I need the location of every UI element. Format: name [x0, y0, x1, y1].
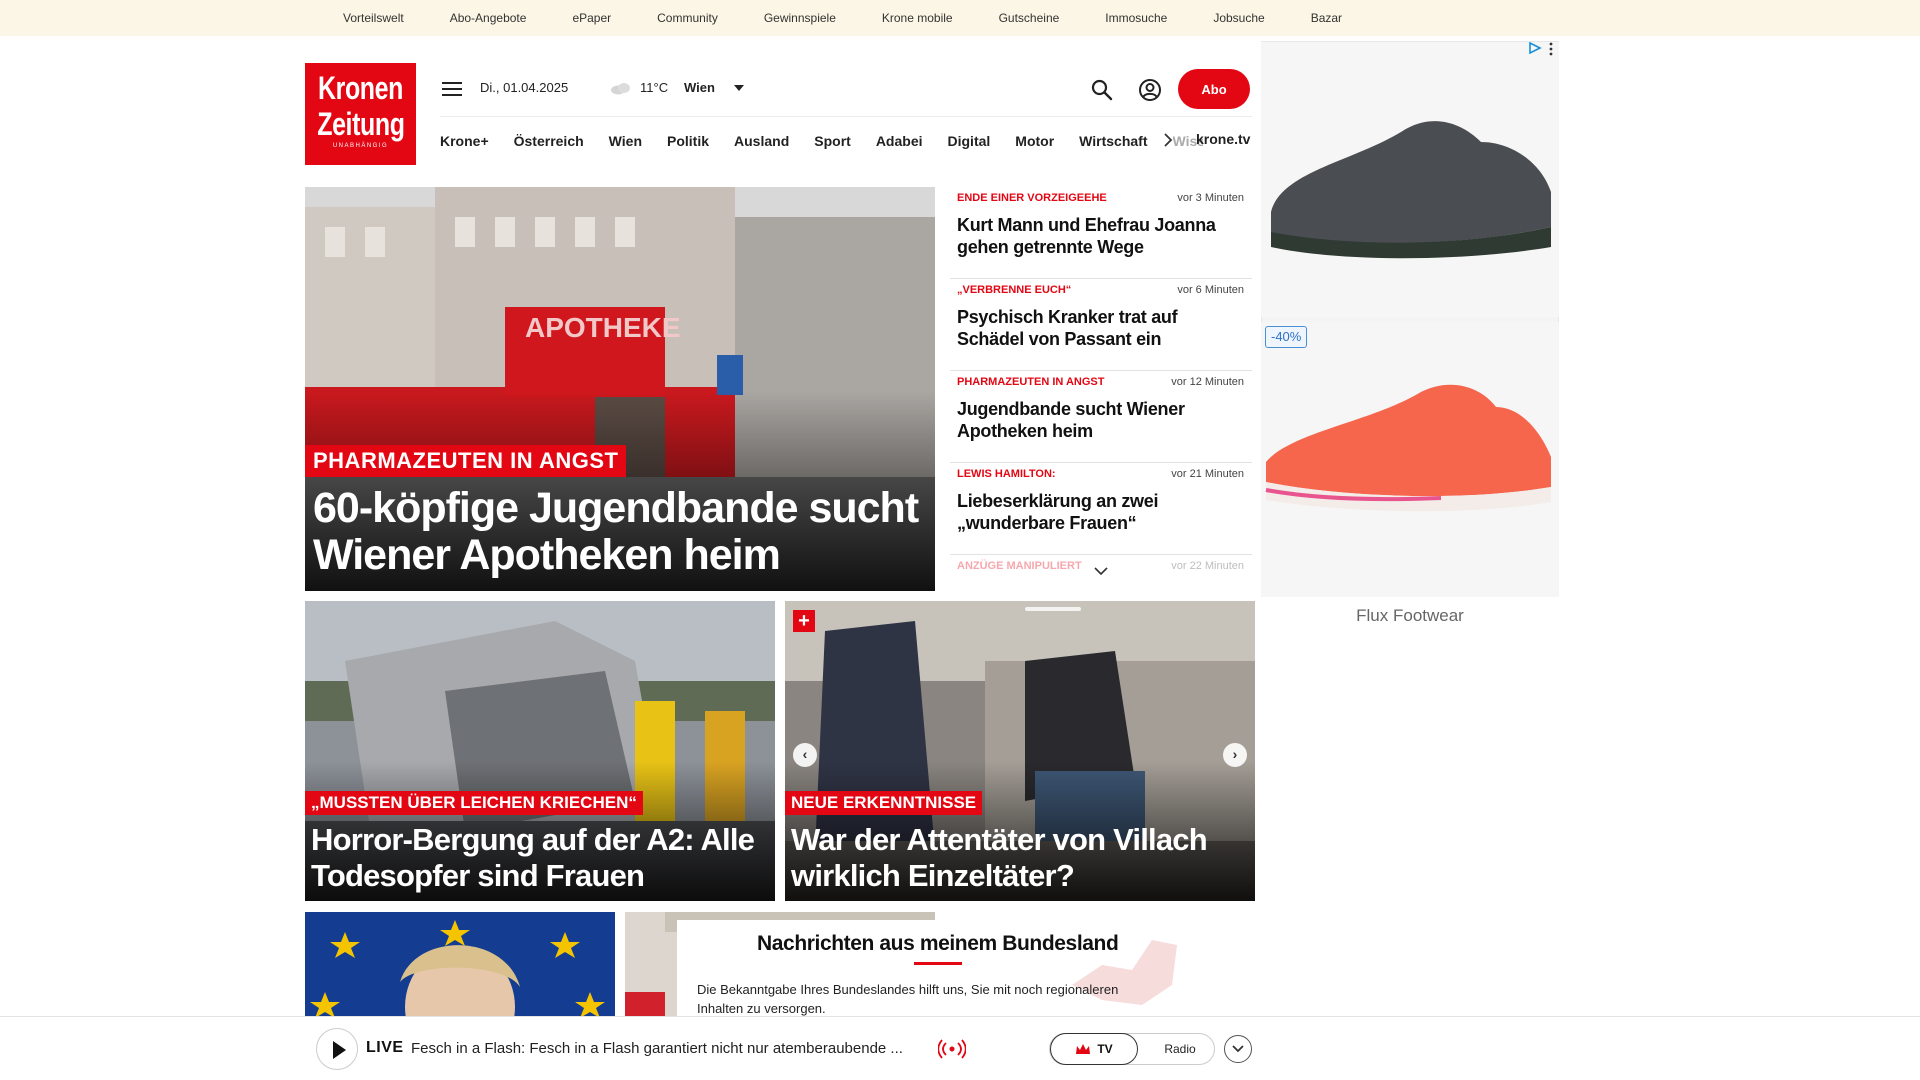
service-link-vorteilswelt[interactable]: Vorteilswelt	[343, 11, 404, 25]
service-nav: Vorteilswelt Abo-Angebote ePaper Communi…	[343, 0, 1388, 36]
teaser-title[interactable]: War der Attentäter von Villach wirklich …	[791, 822, 1251, 894]
ad-brand[interactable]: Flux Footwear	[1261, 606, 1559, 626]
bundesland-text: Die Bekanntgabe Ihres Bundeslandes hilft…	[697, 982, 1119, 1016]
search-icon[interactable]	[1091, 79, 1113, 101]
news-item[interactable]: PHARMAZEUTEN IN ANGST vor 12 Minuten Jug…	[950, 371, 1252, 463]
media-toggle: TV Radio	[1049, 1033, 1215, 1065]
carousel-next-button[interactable]: ›	[1223, 743, 1247, 767]
live-program-text[interactable]: Fesch in a Flash: Fesch in a Flash garan…	[411, 1040, 929, 1057]
expand-player-button[interactable]	[1224, 1035, 1252, 1063]
latest-news-list: ENDE EINER VORZEIGEEHE vor 3 Minuten Kur…	[950, 187, 1252, 577]
service-link-krone-mobile[interactable]: Krone mobile	[882, 11, 953, 25]
news-kicker: PHARMAZEUTEN IN ANGST	[957, 376, 1105, 388]
ad-product-1[interactable]	[1261, 42, 1559, 317]
service-link-abo-angebote[interactable]: Abo-Angebote	[450, 11, 527, 25]
news-time: vor 22 Minuten	[1171, 560, 1244, 572]
menu-icon[interactable]	[442, 82, 462, 96]
logo-line-1: Kronen	[317, 70, 404, 106]
teaser-title[interactable]: Horror-Bergung auf der A2: Alle Todesopf…	[311, 822, 771, 894]
title-underline	[914, 962, 962, 965]
krone-plus-badge: +	[793, 610, 815, 632]
news-title[interactable]: Liebeserklärung an zwei „wunderbare Frau…	[957, 490, 1247, 534]
teaser-article[interactable]: „MUSSTEN ÜBER LEICHEN KRIECHEN“ Horror-B…	[305, 601, 775, 901]
live-label: LIVE	[366, 1039, 404, 1056]
category-nav: Krone+ Österreich Wien Politik Ausland S…	[440, 131, 1203, 151]
shoe-image	[1261, 322, 1559, 597]
nav-item-wirtschaft[interactable]: Wirtschaft	[1079, 133, 1147, 149]
nav-item-sport[interactable]: Sport	[814, 133, 851, 149]
temperature: 11°C	[640, 80, 669, 95]
play-button[interactable]	[316, 1028, 358, 1070]
nav-item-oesterreich[interactable]: Österreich	[514, 133, 584, 149]
nav-item-motor[interactable]: Motor	[1015, 133, 1054, 149]
hero-article[interactable]: APOTHEKE PHARMAZEUTEN IN ANGST 60-köpfig…	[305, 187, 935, 591]
crown-icon	[1076, 1044, 1091, 1054]
nav-item-wien[interactable]: Wien	[609, 133, 642, 149]
news-time: vor 12 Minuten	[1171, 376, 1244, 388]
chevron-down-icon[interactable]	[734, 85, 744, 91]
chevron-down-icon	[1232, 1045, 1244, 1053]
carousel-indicator[interactable]	[1025, 607, 1081, 611]
shoe-image	[1261, 42, 1559, 317]
service-link-gewinnspiele[interactable]: Gewinnspiele	[764, 11, 836, 25]
service-link-community[interactable]: Community	[657, 11, 718, 25]
nav-item-politik[interactable]: Politik	[667, 133, 709, 149]
svg-text:APOTHEKE: APOTHEKE	[525, 312, 681, 343]
news-kicker: ANZÜGE MANIPULIERT	[957, 560, 1082, 572]
news-time: vor 6 Minuten	[1177, 284, 1244, 296]
adchoices-icon[interactable]	[1528, 42, 1542, 54]
radio-toggle[interactable]: Radio	[1146, 1034, 1214, 1064]
nav-item-ausland[interactable]: Ausland	[734, 133, 789, 149]
news-item[interactable]: LEWIS HAMILTON: vor 21 Minuten Liebeserk…	[950, 463, 1252, 555]
kronetv-link[interactable]: krone.tv	[1196, 131, 1250, 147]
ad-options-icon[interactable]	[1548, 42, 1554, 56]
nav-item-adabei[interactable]: Adabei	[876, 133, 923, 149]
news-kicker: ENDE EINER VORZEIGEEHE	[957, 192, 1107, 204]
chevron-right-icon[interactable]	[1163, 133, 1173, 147]
teaser-kicker: „MUSSTEN ÜBER LEICHEN KRIECHEN“	[305, 791, 643, 815]
broadcast-icon	[938, 1039, 966, 1059]
current-date: Di., 01.04.2025	[480, 80, 569, 95]
city-selector[interactable]: Wien	[684, 80, 715, 95]
service-link-epaper[interactable]: ePaper	[572, 11, 611, 25]
abo-button[interactable]: Abo	[1178, 69, 1250, 109]
cloud-icon	[611, 83, 630, 95]
header-divider	[440, 116, 1252, 117]
news-item[interactable]: „VERBRENNE EUCH“ vor 6 Minuten Psychisch…	[950, 279, 1252, 371]
chevron-down-icon[interactable]	[1094, 567, 1108, 575]
service-link-bazar[interactable]: Bazar	[1311, 11, 1342, 25]
news-time: vor 3 Minuten	[1177, 192, 1244, 204]
hero-title[interactable]: 60-köpfige Jugendbande sucht Wiener Apot…	[313, 485, 928, 579]
news-title[interactable]: Jugendbande sucht Wiener Apotheken heim	[957, 398, 1247, 442]
bundesland-title: Nachrichten aus meinem Bundesland	[757, 932, 1119, 955]
teaser-kicker: NEUE ERKENNTNISSE	[785, 791, 983, 815]
nav-item-digital[interactable]: Digital	[948, 133, 991, 149]
news-title[interactable]: Psychisch Kranker trat auf Schädel von P…	[957, 306, 1247, 350]
news-kicker: LEWIS HAMILTON:	[957, 468, 1056, 480]
site-logo[interactable]: Kronen Zeitung UNABHÄNGIG	[305, 63, 416, 165]
service-bar: Vorteilswelt Abo-Angebote ePaper Communi…	[0, 0, 1920, 36]
tv-label: TV	[1097, 1042, 1113, 1056]
news-time: vor 21 Minuten	[1171, 468, 1244, 480]
logo-line-2: Zeitung	[317, 106, 405, 142]
tv-toggle[interactable]: TV	[1050, 1033, 1138, 1065]
service-link-gutscheine[interactable]: Gutscheine	[999, 11, 1060, 25]
service-link-immosuche[interactable]: Immosuche	[1105, 11, 1167, 25]
live-player-bar: LIVE Fesch in a Flash: Fesch in a Flash …	[0, 1016, 1920, 1080]
service-link-jobsuche[interactable]: Jobsuche	[1213, 11, 1264, 25]
hero-kicker: PHARMAZEUTEN IN ANGST	[305, 445, 627, 477]
teaser-article[interactable]: + ‹ › NEUE ERKENNTNISSE War der Attentät…	[785, 601, 1255, 901]
news-item[interactable]: ENDE EINER VORZEIGEEHE vor 3 Minuten Kur…	[950, 187, 1252, 279]
news-title[interactable]: Kurt Mann und Ehefrau Joanna gehen getre…	[957, 214, 1247, 258]
logo-tagline: UNABHÄNGIG	[332, 143, 389, 149]
ad-product-2[interactable]	[1261, 322, 1559, 597]
carousel-prev-button[interactable]: ‹	[793, 743, 817, 767]
account-icon[interactable]	[1138, 78, 1162, 102]
nav-item-krone-plus[interactable]: Krone+	[440, 133, 489, 149]
discount-badge: -40%	[1265, 326, 1308, 348]
news-kicker: „VERBRENNE EUCH“	[957, 284, 1072, 296]
